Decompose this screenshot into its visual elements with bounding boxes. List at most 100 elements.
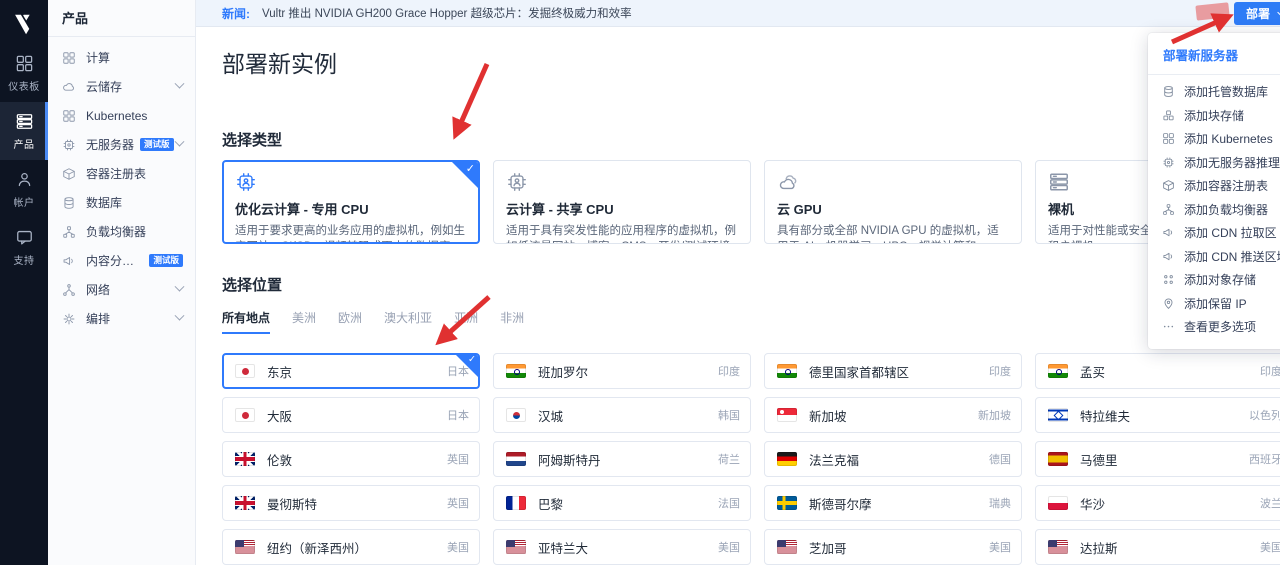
- deploy-new-instance-page: 部署新实例 选择类型 优化云计算 - 专用 CPU 适用于要求更高的业务应用的虚…: [196, 27, 1280, 565]
- uk-flag-icon: [235, 452, 255, 466]
- menu-item-add-container-registry[interactable]: 添加容器注册表: [1148, 174, 1280, 198]
- us-flag-icon: [506, 540, 526, 554]
- cloud-gpu-icon: [777, 171, 1009, 193]
- location-card-singapore[interactable]: 新加坡 新加坡: [764, 397, 1022, 433]
- beta-badge: 测试版: [149, 254, 183, 267]
- sidebar-item-serverless[interactable]: 无服务器 测试版: [48, 130, 195, 159]
- deploy-dropdown-menu: 部署新服务器 添加托管数据库 添加块存储 添加 Kubernetes 添加无服务…: [1148, 33, 1280, 349]
- sweden-flag-icon: [777, 496, 797, 510]
- sidebar-list: 计算 云储存 Kubernetes 无服务器 测试版 容器注册表 数据库 负载均…: [48, 37, 195, 333]
- chevron-down-icon: [175, 79, 185, 89]
- cart-icon[interactable]: [1160, 5, 1177, 22]
- dedicated-cpu-icon: [235, 171, 467, 193]
- beta-badge: 测试版: [140, 138, 174, 151]
- menu-item-add-serverless-inference[interactable]: 添加无服务器推理 测试版: [1148, 151, 1280, 175]
- menu-item-deploy-new-server[interactable]: 部署新服务器: [1148, 42, 1280, 74]
- location-card-stockholm[interactable]: 斯德哥尔摩 瑞典: [764, 485, 1022, 521]
- deploy-button[interactable]: 部署: [1234, 2, 1280, 25]
- location-card-amsterdam[interactable]: 阿姆斯特丹 荷兰: [493, 441, 751, 477]
- rail-item-dashboard[interactable]: 仪表板: [0, 44, 48, 102]
- location-card-delhi-ncr[interactable]: 德里国家首都辖区 印度: [764, 353, 1022, 389]
- netherlands-flag-icon: [506, 452, 526, 466]
- us-flag-icon: [235, 540, 255, 554]
- location-section-title: 选择位置: [222, 274, 1280, 295]
- tab-asia[interactable]: 亚洲: [454, 309, 478, 332]
- tab-australia[interactable]: 澳大利亚: [384, 309, 432, 332]
- spain-flag-icon: [1048, 452, 1068, 466]
- type-card-optimized-dedicated-cpu[interactable]: 优化云计算 - 专用 CPU 适用于要求更高的业务应用的虚拟机，例如生产网站、C…: [222, 160, 480, 244]
- japan-flag-icon: [235, 408, 255, 422]
- rail-item-products[interactable]: 产品: [0, 102, 48, 160]
- news-bar: 新闻: Vultr 推出 NVIDIA GH200 Grace Hopper 超…: [196, 0, 1280, 27]
- germany-flag-icon: [777, 452, 797, 466]
- france-flag-icon: [506, 496, 526, 510]
- location-card-paris[interactable]: 巴黎 法国: [493, 485, 751, 521]
- sidebar-item-kubernetes[interactable]: Kubernetes: [48, 101, 195, 130]
- menu-item-add-block-storage[interactable]: 添加块存储: [1148, 104, 1280, 128]
- location-card-osaka[interactable]: 大阪 日本: [222, 397, 480, 433]
- location-card-atlanta[interactable]: 亚特兰大 美国: [493, 529, 751, 565]
- menu-item-add-cdn-push-zone[interactable]: 添加 CDN 推送区域 测试版: [1148, 245, 1280, 269]
- products-sidebar: 产品 计算 云储存 Kubernetes 无服务器 测试版 容器注册表 数据库: [48, 0, 196, 565]
- rail-item-label: 产品: [14, 136, 35, 151]
- location-card-seoul[interactable]: 汉城 韩国: [493, 397, 751, 433]
- menu-item-add-managed-database[interactable]: 添加托管数据库: [1148, 80, 1280, 104]
- page-title: 部署新实例: [222, 45, 1280, 79]
- menu-item-add-object-storage[interactable]: 添加对象存储: [1148, 268, 1280, 292]
- us-flag-icon: [1048, 540, 1068, 554]
- location-card-new-york-nj[interactable]: 纽约（新泽西州） 美国: [222, 529, 480, 565]
- sidebar-item-compute[interactable]: 计算: [48, 43, 195, 72]
- location-card-dallas[interactable]: 达拉斯 美国: [1035, 529, 1280, 565]
- menu-item-view-more-options[interactable]: 查看更多选项: [1148, 315, 1280, 339]
- location-card-frankfurt[interactable]: 法兰克福 德国: [764, 441, 1022, 477]
- location-card-manchester[interactable]: 曼彻斯特 英国: [222, 485, 480, 521]
- rail-item-account[interactable]: 帐户: [0, 160, 48, 218]
- news-headline[interactable]: Vultr 推出 NVIDIA GH200 Grace Hopper 超级芯片：…: [262, 5, 632, 21]
- us-flag-icon: [777, 540, 797, 554]
- sidebar-item-databases[interactable]: 数据库: [48, 188, 195, 217]
- rail-item-label: 帐户: [14, 194, 35, 209]
- tab-africa[interactable]: 非洲: [500, 309, 524, 332]
- chevron-down-icon: [175, 282, 185, 292]
- rail-item-support[interactable]: 支持: [0, 218, 48, 276]
- type-section-title: 选择类型: [222, 129, 1280, 150]
- japan-flag-icon: [235, 364, 255, 378]
- location-card-warsaw[interactable]: 华沙 波兰: [1035, 485, 1280, 521]
- location-card-tel-aviv[interactable]: 特拉维夫 以色列: [1035, 397, 1280, 433]
- tab-all-locations[interactable]: 所有地点: [222, 309, 270, 334]
- india-flag-icon: [777, 364, 797, 378]
- type-card-cloud-gpu[interactable]: 云 GPU 具有部分或全部 NVIDIA GPU 的虚拟机，适用于 AI、机器学…: [764, 160, 1022, 244]
- divider: [1148, 74, 1280, 75]
- region-tabs: 所有地点 美洲 欧洲 澳大利亚 亚洲 非洲: [222, 309, 1280, 331]
- location-card-madrid[interactable]: 马德里 西班牙: [1035, 441, 1280, 477]
- location-card-chicago[interactable]: 芝加哥 美国: [764, 529, 1022, 565]
- sidebar-item-load-balancer[interactable]: 负载均衡器: [48, 217, 195, 246]
- sidebar-item-orchestration[interactable]: 编排: [48, 304, 195, 333]
- rail-item-label: 仪表板: [8, 78, 40, 93]
- south-korea-flag-icon: [506, 408, 526, 422]
- tab-europe[interactable]: 欧洲: [338, 309, 362, 332]
- poland-flag-icon: [1048, 496, 1068, 510]
- location-card-bangalore[interactable]: 班加罗尔 印度: [493, 353, 751, 389]
- vultr-logo[interactable]: [0, 0, 48, 44]
- location-card-london[interactable]: 伦敦 英国: [222, 441, 480, 477]
- type-card-shared-cpu[interactable]: 云计算 - 共享 CPU 适用于具有突发性能的应用程序的虚拟机，例如低流量网站、…: [493, 160, 751, 244]
- location-card-mumbai[interactable]: 孟买 印度: [1035, 353, 1280, 389]
- sidebar-item-network[interactable]: 网络: [48, 275, 195, 304]
- location-grid: 东京 日本 班加罗尔 印度 德里国家首都辖区 印度 孟买 印度 大阪 日本 汉城…: [222, 353, 1280, 565]
- location-card-tokyo[interactable]: 东京 日本: [222, 353, 480, 389]
- india-flag-icon: [506, 364, 526, 378]
- chevron-down-icon: [175, 311, 185, 321]
- menu-item-add-kubernetes[interactable]: 添加 Kubernetes: [1148, 127, 1280, 151]
- menu-item-add-reserved-ip[interactable]: 添加保留 IP: [1148, 292, 1280, 316]
- sidebar-item-cloud-storage[interactable]: 云储存: [48, 72, 195, 101]
- sidebar-item-cdn[interactable]: 内容分发网络 (CDN) 测试版: [48, 246, 195, 275]
- uk-flag-icon: [235, 496, 255, 510]
- india-flag-icon: [1048, 364, 1068, 378]
- menu-item-add-load-balancer[interactable]: 添加负载均衡器: [1148, 198, 1280, 222]
- sidebar-item-container-registry[interactable]: 容器注册表: [48, 159, 195, 188]
- tab-americas[interactable]: 美洲: [292, 309, 316, 332]
- rail-nav: 仪表板 产品 帐户 支持: [0, 44, 48, 276]
- menu-item-add-cdn-pull-zone[interactable]: 添加 CDN 拉取区 测试版: [1148, 221, 1280, 245]
- chevron-down-icon: [175, 137, 185, 147]
